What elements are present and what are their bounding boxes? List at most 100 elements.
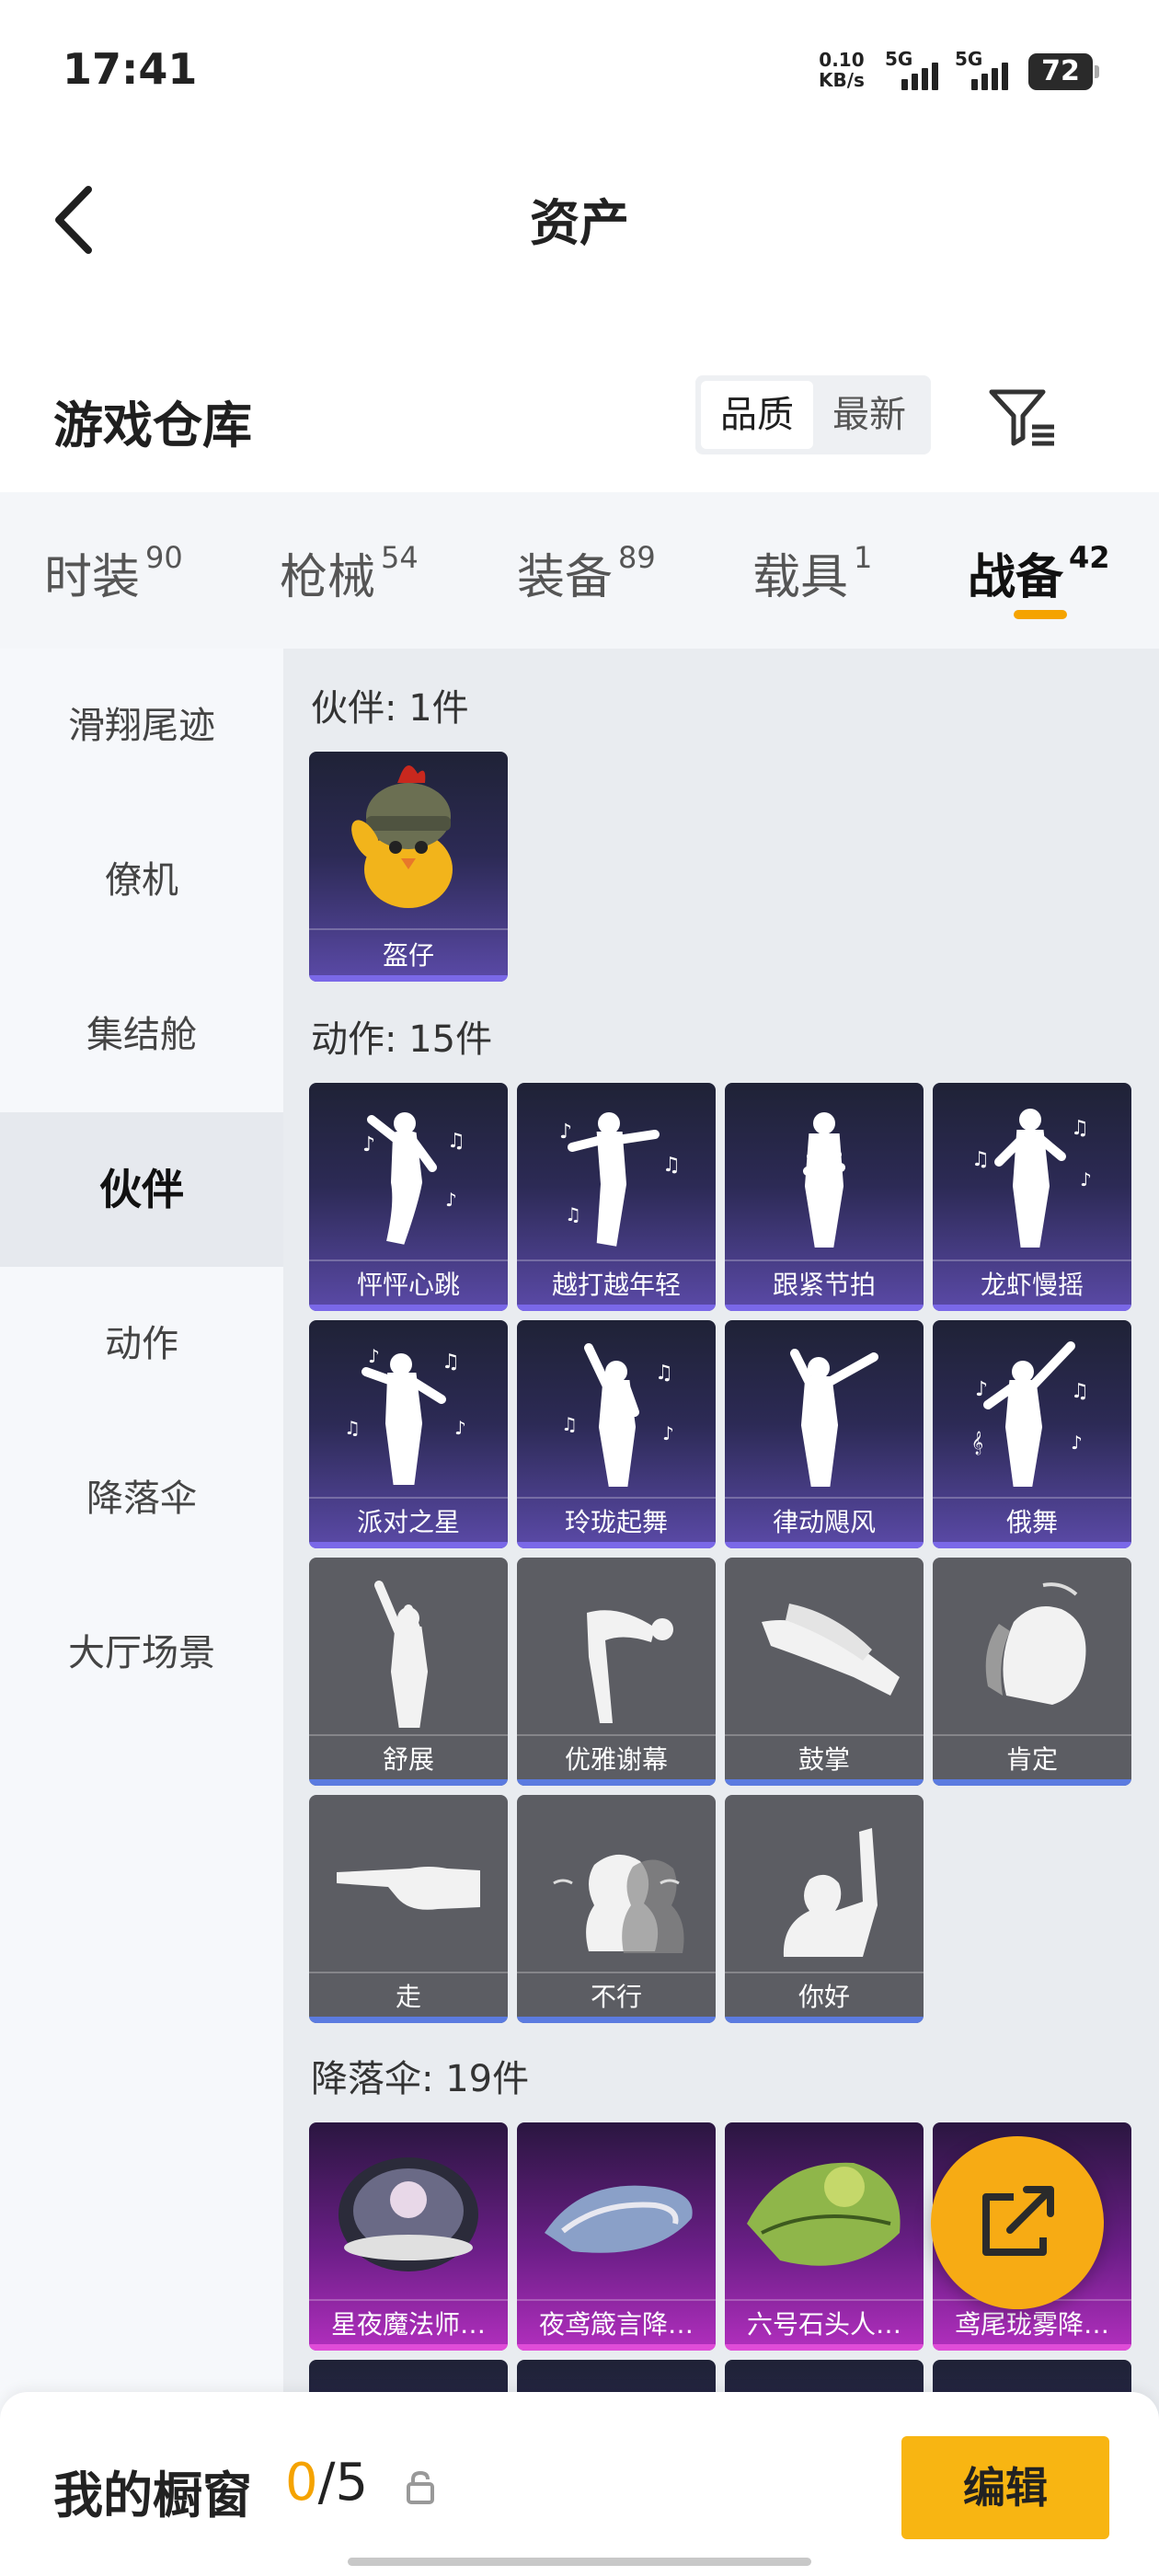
- item-name: 你好: [798, 1982, 850, 2012]
- item-card[interactable]: ♪ ♫ ♪ 怦怦心跳: [309, 1083, 508, 1311]
- item-card[interactable]: 舒展: [309, 1558, 508, 1786]
- item-name: 龙虾慢摇: [980, 1270, 1084, 1300]
- tab-fashion[interactable]: 时装 90: [44, 538, 183, 607]
- share-icon: [982, 2186, 1054, 2256]
- dancer-silhouette-icon: ♪ ♫ 𝄞 ♪: [971, 1341, 1089, 1487]
- item-card[interactable]: 律动飓风: [725, 1320, 924, 1548]
- item-name: 玲珑起舞: [564, 1507, 668, 1537]
- svg-text:♫: ♫: [344, 1417, 361, 1439]
- item-name: 派对之星: [356, 1507, 460, 1537]
- dancer-silhouette-icon: [790, 1349, 878, 1487]
- share-button[interactable]: [931, 2136, 1104, 2309]
- svg-text:♪: ♪: [559, 1121, 572, 1144]
- svg-text:♫: ♫: [447, 1130, 465, 1153]
- item-name: 跟紧节拍: [772, 1270, 876, 1300]
- item-name: 走: [395, 1982, 421, 2012]
- item-card[interactable]: 不行: [517, 1795, 716, 2023]
- dancer-silhouette-icon: ♪ ♫ ♫: [559, 1112, 681, 1247]
- item-name: 鸢尾珑雾降…: [954, 2309, 1109, 2340]
- section-title-emote: 动作: 15件: [311, 1018, 493, 1061]
- sidebar-item-emote[interactable]: 动作: [0, 1267, 283, 1421]
- svg-text:♫: ♫: [971, 1148, 990, 1171]
- svg-text:♪: ♪: [445, 1189, 457, 1211]
- pointing-hand-icon: [337, 1867, 480, 1910]
- dancer-silhouette-icon: ♫ ♫ ♪: [971, 1109, 1092, 1248]
- sidebar-item-pod[interactable]: 集结舱: [0, 958, 283, 1112]
- category-tabs: 时装 90 枪械 54 装备 89 载具 1 战备 42: [0, 492, 1159, 649]
- waving-person-icon: [783, 1828, 878, 1957]
- item-card[interactable]: ♪ ♫ ♫ 越打越年轻: [517, 1083, 716, 1311]
- svg-text:♫: ♫: [1071, 1380, 1089, 1403]
- item-name: 六号石头人…: [746, 2309, 901, 2340]
- item-name: 越打越年轻: [551, 1270, 681, 1300]
- item-card[interactable]: 肯定: [933, 1558, 1131, 1786]
- item-name: 俄舞: [1005, 1507, 1058, 1537]
- signal-icon-2: 5G: [955, 48, 1010, 90]
- sidebar-item-parachute[interactable]: 降落伞: [0, 1421, 283, 1576]
- sort-quality-button[interactable]: 品质: [701, 381, 813, 449]
- section-title-parachute: 降落伞: 19件: [311, 2058, 530, 2100]
- item-card[interactable]: ♪ ♫ 𝄞 ♪ 俄舞: [933, 1320, 1131, 1548]
- sidebar: 滑翔尾迹 僚机 集结舱 伙伴 动作 降落伞 大厅场景: [0, 649, 283, 2576]
- head-shake-icon: [553, 1854, 684, 1953]
- parachute-icon: [545, 2185, 693, 2253]
- tab-vehicles[interactable]: 载具 1: [752, 538, 872, 607]
- svg-text:♪: ♪: [454, 1417, 466, 1439]
- svg-text:♪: ♪: [662, 1422, 674, 1444]
- warehouse-header: 游戏仓库 品质 最新: [0, 359, 1159, 492]
- chick-helmet-icon: [351, 765, 453, 908]
- sort-toggle: 品质 最新: [695, 375, 931, 454]
- home-indicator: [348, 2558, 811, 2566]
- item-name: 舒展: [382, 1744, 434, 1775]
- item-card[interactable]: 跟紧节拍: [725, 1083, 924, 1311]
- item-card[interactable]: 夜鸢箴言降…: [517, 2122, 716, 2351]
- lock-icon: [407, 2470, 434, 2504]
- svg-text:♫: ♫: [655, 1362, 673, 1385]
- item-card[interactable]: ♪ ♫ ♫ ♪ 派对之星: [309, 1320, 508, 1548]
- item-card[interactable]: 六号石头人…: [725, 2122, 924, 2351]
- sidebar-item-glide-trail[interactable]: 滑翔尾迹: [0, 649, 283, 803]
- status-bar: 17:41 0.10 KB/s 5G 5G 72: [0, 0, 1159, 138]
- sidebar-item-partner[interactable]: 伙伴: [0, 1112, 283, 1267]
- showcase-bar: 我的橱窗 0/5 编辑: [0, 2392, 1159, 2576]
- tab-gear[interactable]: 战备 42: [968, 538, 1110, 607]
- item-name: 肯定: [1005, 1744, 1058, 1775]
- sidebar-item-wingman[interactable]: 僚机: [0, 803, 283, 958]
- status-time: 17:41: [63, 44, 198, 94]
- item-card[interactable]: 星夜魔法师…: [309, 2122, 508, 2351]
- item-name: 不行: [590, 1982, 642, 2012]
- svg-text:♪: ♪: [368, 1345, 380, 1367]
- item-card[interactable]: 鼓掌: [725, 1558, 924, 1786]
- item-card[interactable]: ♫ ♫ ♪ 玲珑起舞: [517, 1320, 716, 1548]
- tab-equipment[interactable]: 装备 89: [517, 538, 656, 607]
- showcase-label: 我的橱窗: [53, 2467, 252, 2524]
- bow-pose-icon: [587, 1610, 673, 1723]
- tab-weapons[interactable]: 枪械 54: [280, 538, 419, 607]
- item-card[interactable]: 你好: [725, 1795, 924, 2023]
- item-card[interactable]: 优雅谢幕: [517, 1558, 716, 1786]
- nodding-head-icon: [985, 1582, 1086, 1705]
- filter-icon[interactable]: [986, 385, 1060, 449]
- section-title-partner: 伙伴: 1件: [311, 687, 469, 730]
- parachute-icon: [747, 2162, 901, 2266]
- item-card[interactable]: 走: [309, 1795, 508, 2023]
- parachute-icon: [339, 2157, 478, 2271]
- item-card[interactable]: 盔仔: [309, 752, 508, 982]
- signal-icon: 5G: [885, 48, 940, 90]
- showcase-count: 0/5: [285, 2453, 369, 2513]
- svg-text:♪: ♪: [362, 1133, 375, 1156]
- item-name: 怦怦心跳: [356, 1270, 460, 1300]
- item-name: 鼓掌: [798, 1744, 850, 1775]
- clapping-hands-icon: [762, 1604, 900, 1696]
- sort-newest-button[interactable]: 最新: [813, 381, 925, 449]
- sidebar-item-lobby-scene[interactable]: 大厅场景: [0, 1576, 283, 1731]
- page-title: 资产: [530, 194, 629, 252]
- svg-text:♫: ♫: [565, 1203, 581, 1225]
- edit-button[interactable]: 编辑: [901, 2436, 1109, 2539]
- item-card[interactable]: ♫ ♫ ♪ 龙虾慢摇: [933, 1083, 1131, 1311]
- item-name: 星夜魔法师…: [330, 2309, 486, 2340]
- svg-text:♫: ♫: [662, 1154, 681, 1177]
- network-speed: 0.10 KB/s: [819, 50, 865, 90]
- active-tab-indicator: [1014, 610, 1067, 619]
- svg-text:♪: ♪: [975, 1378, 988, 1401]
